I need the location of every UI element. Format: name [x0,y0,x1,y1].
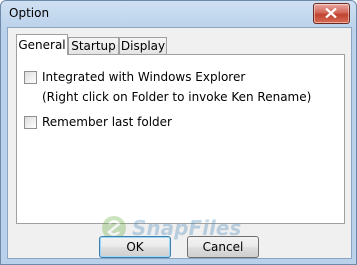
remember-folder-label[interactable]: Remember last folder [42,115,172,129]
option-dialog: Option General Startup Display Integrate… [0,0,357,265]
explorer-integration-hint: (Right click on Folder to invoke Ken Ren… [42,90,312,104]
explorer-integration-checkbox[interactable] [24,71,37,84]
ok-button[interactable]: OK [99,236,171,258]
close-icon [325,8,337,18]
tab-startup[interactable]: Startup [68,37,119,54]
close-button[interactable] [313,3,350,24]
title-bar[interactable]: Option [1,1,356,27]
cancel-button[interactable]: Cancel [187,236,259,258]
dialog-client-area: General Startup Display Integrated with … [7,27,352,259]
window-title: Option [9,6,50,20]
explorer-integration-label[interactable]: Integrated with Windows Explorer [42,70,245,84]
general-tab-panel: Integrated with Windows Explorer (Right … [16,54,345,224]
tab-general[interactable]: General [16,34,68,55]
tab-display[interactable]: Display [119,37,167,54]
remember-folder-checkbox[interactable] [24,116,37,129]
